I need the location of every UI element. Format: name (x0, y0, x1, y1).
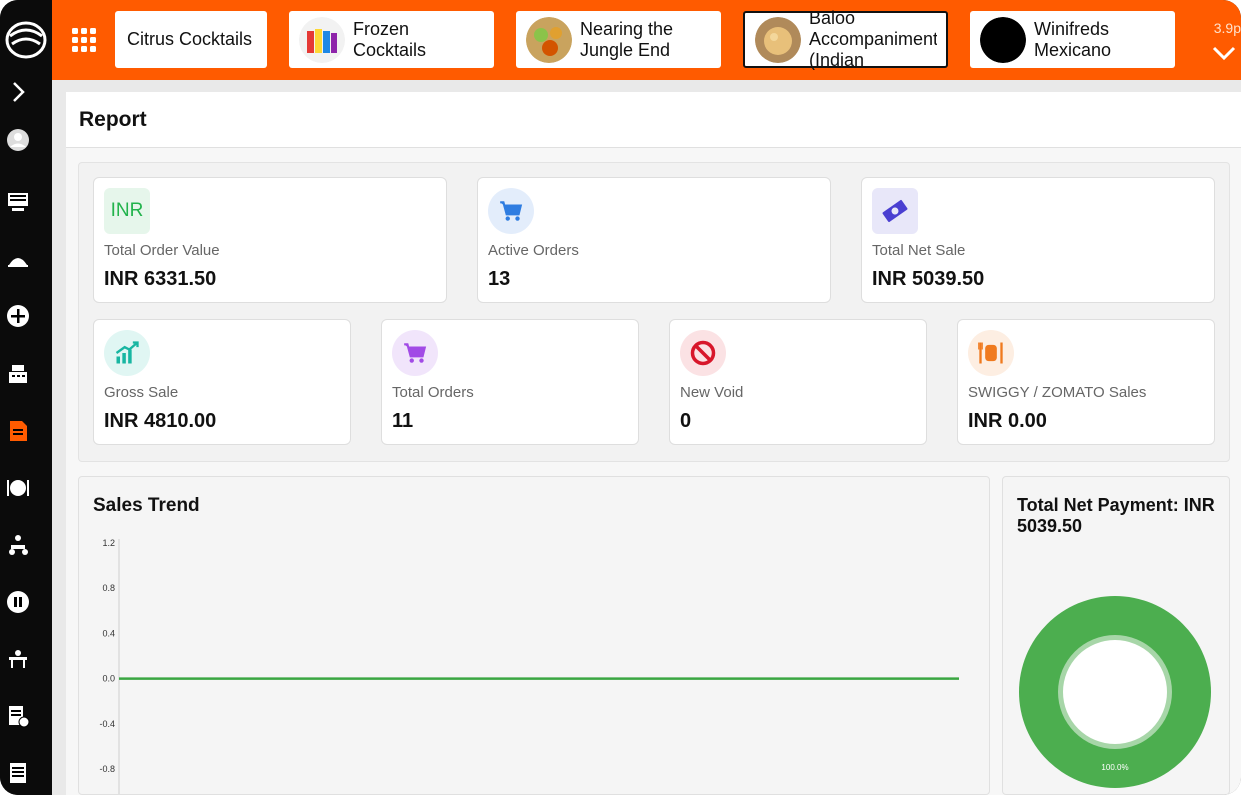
stat-value: INR 5039.50 (872, 268, 985, 290)
stat-value: INR 0.00 (968, 410, 1047, 432)
sales-trend-chart: 1.2 0.8 0.4 0.0 -0.4 -0.8 (99, 538, 959, 794)
delivery-scooter-icon[interactable] (4, 531, 32, 559)
void-icon (680, 330, 726, 376)
stat-caption: Total Order Value (104, 242, 220, 259)
category-label: Baloo Accompaniments (Indian (809, 8, 937, 70)
stat-card-active-orders: Active Orders 13 (477, 177, 831, 303)
stat-value: 13 (488, 268, 511, 290)
stat-caption: Total Net Sale (872, 242, 966, 259)
net-payment-donut-chart: 100.0% (1019, 596, 1211, 788)
frozen-cocktails-image (299, 16, 345, 63)
delivery-cloche-icon[interactable] (4, 246, 32, 274)
order-history-icon[interactable] (4, 702, 32, 730)
stat-value: 11 (392, 410, 414, 432)
pause-icon[interactable] (4, 588, 32, 616)
sales-trend-card: Sales Trend 1.2 0.8 0.4 0.0 -0.4 -0.8 (78, 476, 990, 795)
cart-icon (488, 188, 534, 234)
stat-value: INR 4810.00 (104, 410, 217, 432)
stat-card-gross-sale: Gross Sale INR 4810.00 (93, 319, 351, 445)
category-nearing-the-jungle-end[interactable]: Nearing the Jungle End (516, 11, 721, 68)
y-tick-label: 1.2 (102, 538, 115, 548)
expand-chevron-icon[interactable] (4, 78, 32, 106)
grid-menu-icon[interactable] (68, 24, 100, 56)
category-label: Winifreds Mexicano (1034, 18, 1112, 60)
net-payment-title: Total Net Payment: INR 5039.50 (1017, 495, 1215, 536)
app-frame: Citrus Cocktails Frozen Cocktails Nearin… (0, 0, 1241, 795)
stat-caption: Gross Sale (104, 384, 179, 401)
stat-card-total-net-sale: Total Net Sale INR 5039.50 (861, 177, 1215, 303)
jungle-end-dish-image (526, 16, 572, 63)
stat-card-total-order-value: INR Total Order Value INR 6331.50 (93, 177, 447, 303)
page-title: Report (79, 108, 147, 131)
avatar-icon[interactable] (4, 126, 32, 154)
category-label: Nearing the Jungle End (580, 18, 674, 60)
category-citrus-cocktails[interactable]: Citrus Cocktails (115, 11, 267, 68)
category-label: Frozen Cocktails (353, 18, 427, 60)
add-icon[interactable] (4, 302, 32, 330)
stats-section: INR Total Order Value INR 6331.50 Active… (78, 162, 1230, 462)
dining-plate-icon[interactable] (4, 474, 32, 502)
pos-terminal-icon[interactable] (4, 188, 32, 216)
money-icon (872, 188, 918, 234)
donut-slice-label: 100.0% (1101, 763, 1128, 772)
report-panel: Report INR Total Order Value INR 6331.50… (66, 92, 1241, 795)
stat-card-swiggy-zomato-sales: SWIGGY / ZOMATO Sales INR 0.00 (957, 319, 1215, 445)
dining-icon (968, 330, 1014, 376)
category-baloo-accompaniments[interactable]: Baloo Accompaniments (Indian (743, 8, 948, 70)
cash-register-icon[interactable] (4, 360, 32, 388)
category-winifreds-mexicano[interactable]: Winifreds Mexicano (970, 11, 1175, 68)
report-document-icon[interactable] (4, 417, 32, 445)
stat-caption: SWIGGY / ZOMATO Sales (968, 384, 1147, 401)
y-tick-label: 0.8 (102, 583, 115, 593)
cart-icon (392, 330, 438, 376)
sales-trend-title: Sales Trend (93, 495, 200, 516)
y-tick-label: -0.8 (99, 764, 115, 774)
donut-hole (1063, 640, 1167, 744)
stat-card-total-orders: Total Orders 11 (381, 319, 639, 445)
stat-caption: Total Orders (392, 384, 474, 401)
net-payment-card: Total Net Payment: INR 5039.50 100.0% (1002, 476, 1230, 795)
category-bar: Citrus Cocktails Frozen Cocktails Nearin… (52, 0, 1241, 80)
trend-up-icon (104, 330, 150, 376)
category-frozen-cocktails[interactable]: Frozen Cocktails (289, 11, 494, 68)
inr-icon: INR (104, 188, 150, 234)
stat-card-new-void: New Void 0 (669, 319, 927, 445)
y-tick-label: 0.4 (102, 628, 115, 638)
stat-caption: New Void (680, 384, 744, 401)
chevron-down-icon[interactable] (1211, 40, 1237, 66)
category-label: Citrus Cocktails (127, 29, 253, 49)
sidebar (0, 0, 52, 795)
report-header: Report (66, 92, 1241, 148)
y-tick-label: -0.4 (99, 719, 115, 729)
winifreds-mexicano-image (980, 16, 1026, 63)
table-layout-icon[interactable] (4, 645, 32, 673)
topbar-overflow-text: 3.9p (1213, 20, 1241, 36)
main-content: Report INR Total Order Value INR 6331.50… (52, 80, 1241, 795)
app-logo (5, 21, 47, 59)
stat-value: 0 (680, 410, 692, 432)
y-tick-label: 0.0 (102, 674, 115, 684)
stat-value: INR 6331.50 (104, 268, 217, 290)
baloo-dish-image (755, 16, 801, 63)
inventory-list-icon[interactable] (4, 759, 32, 787)
stat-caption: Active Orders (488, 242, 579, 259)
